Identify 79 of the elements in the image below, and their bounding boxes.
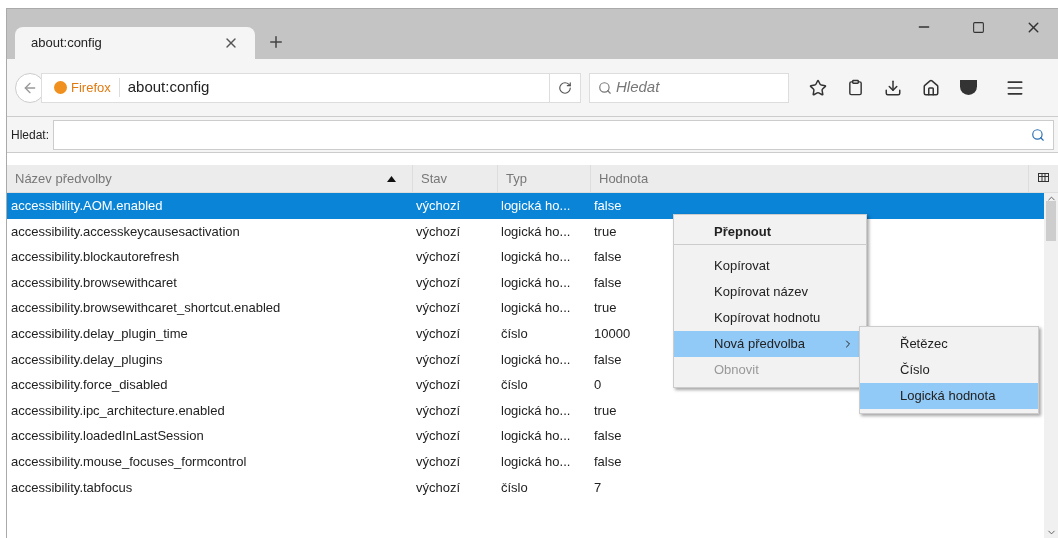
filter-label: Hledat:	[11, 126, 50, 144]
address-bar[interactable]: Firefox about:config	[41, 72, 581, 103]
table-cell-text: výchozí	[415, 273, 462, 292]
table-cell-text: false	[593, 273, 623, 292]
menu-item[interactable]: Kopírovat hodnotu	[674, 305, 866, 331]
search-icon	[598, 80, 612, 95]
table-cell-text: výchozí	[415, 478, 462, 497]
table-cell-text: výchozí	[415, 222, 462, 241]
search-field[interactable]: Hledat	[589, 72, 789, 103]
menu-item[interactable]: Kopírovat název	[674, 279, 866, 305]
table-cell-text: true	[593, 222, 618, 241]
table-cell-text: výchozí	[415, 197, 462, 216]
menu-item[interactable]: Logická hodnota	[860, 383, 1038, 409]
table-cell-text: accessibility.delay_plugin_time	[10, 325, 189, 343]
table-cell-text: accessibility.tabfocus	[10, 478, 134, 497]
pocket-icon[interactable]	[960, 80, 977, 95]
table-cell-text: logická ho...	[500, 299, 572, 318]
tab-title: about:config	[31, 34, 102, 53]
table-cell-text: accessibility.AOM.enabled	[10, 197, 164, 216]
table-cell-text: logická ho...	[500, 401, 572, 420]
table-cell-text: 10000	[593, 325, 632, 343]
table-cell-text: false	[593, 453, 623, 471]
table-cell-text: výchozí	[415, 453, 462, 471]
scrollbar-thumb[interactable]	[1046, 200, 1056, 241]
table-cell-text: true	[593, 401, 618, 420]
table-cell-text: accessibility.ipc_architecture.enabled	[10, 401, 226, 420]
table-cell-text: accessibility.accesskeycausesactivation	[10, 222, 241, 241]
table-cell-text: číslo	[500, 376, 529, 395]
table-cell-text: logická ho...	[500, 453, 572, 471]
table-cell-text: accessibility.browsewithcaret_shortcut.enabled	[10, 299, 282, 318]
table-cell-text: accessibility.mouse_focuses_formcontrol	[10, 453, 248, 471]
table-cell-text: accessibility.delay_plugins	[10, 350, 164, 369]
reload-icon[interactable]	[558, 80, 572, 95]
download-icon[interactable]	[884, 78, 902, 97]
new-tab-icon[interactable]	[267, 33, 285, 51]
column-header[interactable]: Typ	[497, 165, 590, 192]
browser-logo-icon	[54, 81, 67, 94]
browser-tab[interactable]: about:config	[15, 27, 255, 59]
menu-item[interactable]: Přepnout	[674, 219, 866, 245]
table-cell-text: výchozí	[415, 299, 462, 318]
table-cell-text: logická ho...	[500, 273, 572, 292]
table-cell-text: 0	[593, 376, 603, 395]
table-cell-text: false	[593, 197, 623, 216]
table-cell-text: výchozí	[415, 427, 462, 446]
filter-field[interactable]	[53, 119, 1054, 150]
table-cell-text: accessibility.browsewithcaret	[10, 273, 178, 292]
home-icon[interactable]	[922, 78, 940, 97]
table-cell-text: accessibility.force_disabled	[10, 376, 169, 395]
table-cell-text: false	[593, 427, 623, 446]
menu-item[interactable]: Číslo	[860, 357, 1038, 383]
column-picker-icon[interactable]	[1038, 173, 1049, 184]
menu-item[interactable]: Kopírovat	[674, 253, 866, 279]
table-cell-text: 7	[593, 478, 603, 497]
identity-label: Firefox	[71, 78, 111, 97]
star-icon[interactable]	[809, 78, 827, 97]
table-cell-text: false	[593, 350, 623, 369]
table-cell-text: logická ho...	[500, 427, 572, 446]
table-cell-text: accessibility.loadedInLastSession	[10, 427, 205, 446]
maximize-icon[interactable]	[972, 20, 985, 34]
column-header[interactable]: Hodnota	[590, 165, 1028, 192]
table-cell-text: výchozí	[415, 401, 462, 420]
table-cell-text: výchozí	[415, 325, 462, 343]
clipboard-icon[interactable]	[847, 79, 864, 96]
search-icon[interactable]	[1031, 127, 1045, 142]
table-cell-text: číslo	[500, 478, 529, 497]
table-cell-text: logická ho...	[500, 222, 572, 241]
table-cell-text: výchozí	[415, 350, 462, 369]
table-cell-text: výchozí	[415, 376, 462, 395]
table-cell-text: logická ho...	[500, 197, 572, 216]
table-cell-text: číslo	[500, 325, 529, 343]
table-cell-text: logická ho...	[500, 350, 572, 369]
table-cell-text: logická ho...	[500, 248, 572, 267]
url-text: about:config	[126, 77, 211, 98]
table-cell-text: false	[593, 248, 623, 267]
table-cell-text: true	[593, 299, 618, 318]
column-header[interactable]: Název předvolby	[7, 165, 412, 192]
column-header[interactable]: Stav	[412, 165, 497, 192]
table-cell-text: výchozí	[415, 248, 462, 267]
table-cell-text: accessibility.blockautorefresh	[10, 248, 181, 267]
